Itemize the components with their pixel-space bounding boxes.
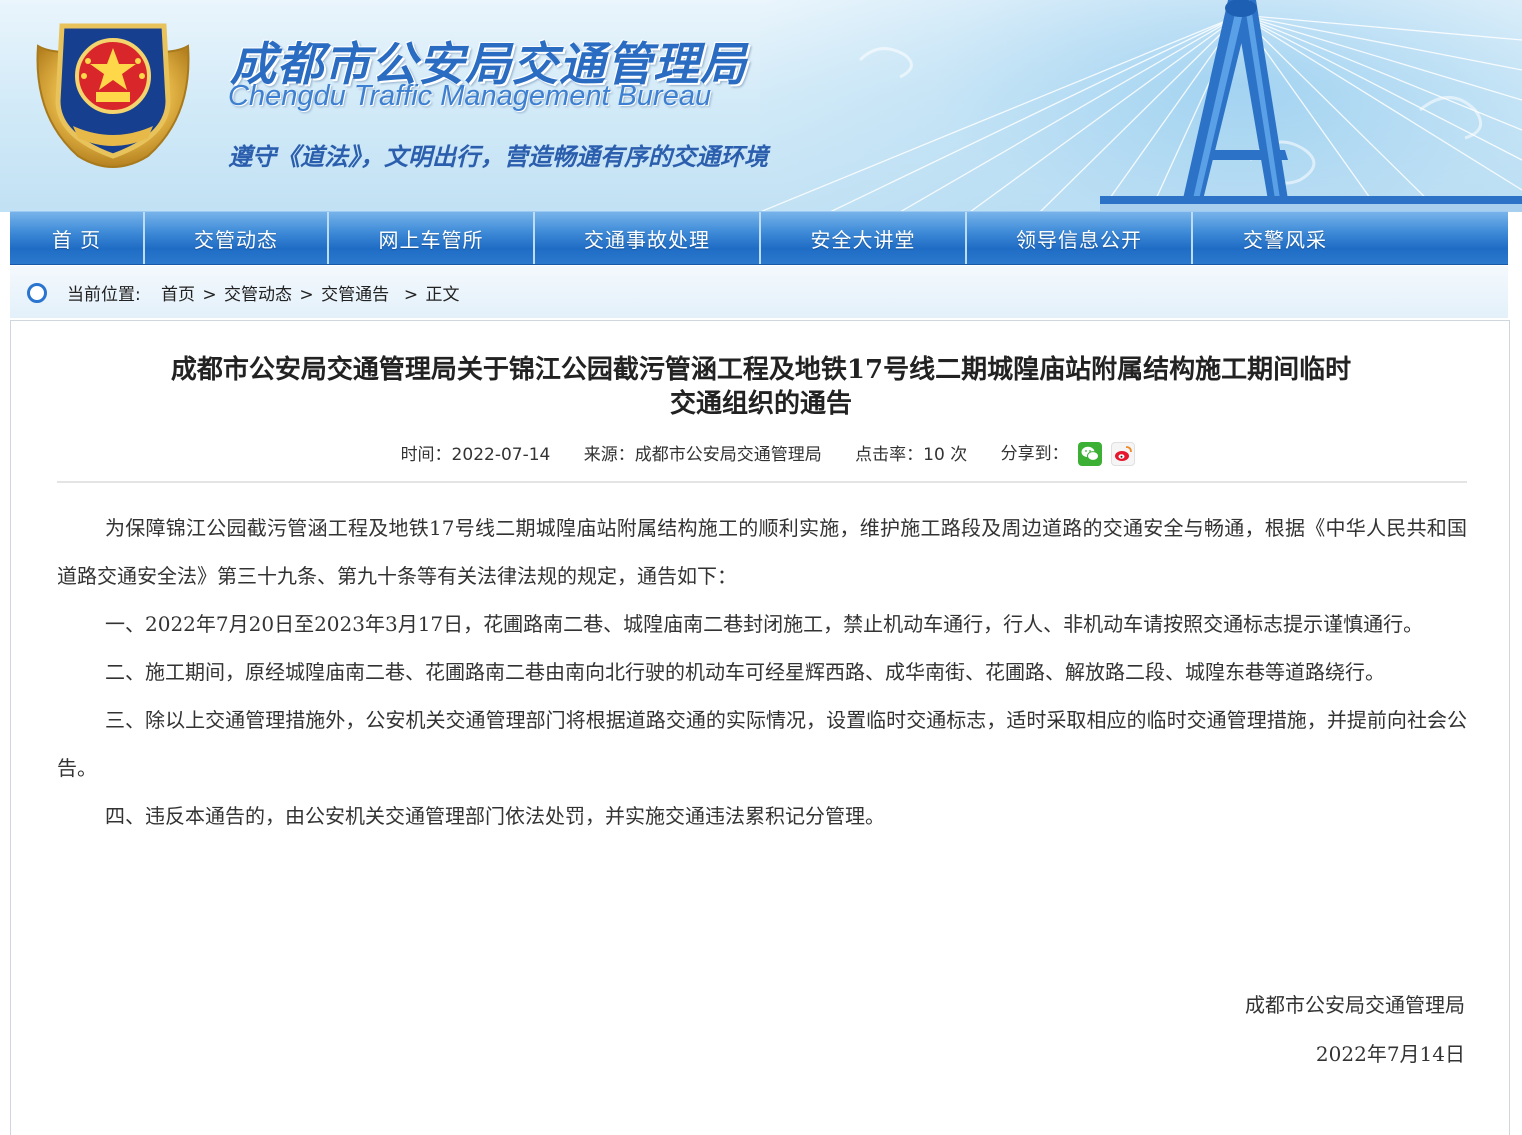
- site-banner: 成都市公安局交通管理局 Chengdu Traffic Management B…: [0, 0, 1522, 212]
- nav-item-traffic-news[interactable]: 交管动态: [145, 212, 329, 264]
- wechat-icon[interactable]: [1078, 442, 1103, 466]
- site-title-en: Chengdu Traffic Management Bureau: [228, 80, 712, 112]
- nav-item-accident-handling[interactable]: 交通事故处理: [535, 212, 761, 264]
- article-paragraph: 一、2022年7月20日至2023年3月17日，花圃路南二巷、城隍庙南二巷封闭施…: [105, 612, 1424, 636]
- site-slogan: 遵守《道法》，文明出行，营造畅通有序的交通环境: [228, 142, 768, 171]
- title-divider: [57, 481, 1467, 483]
- click-count: 点击率：10 次: [855, 445, 968, 465]
- article-paragraph: 为保障锦江公园截污管涵工程及地铁17号线二期城隍庙站附属结构施工的顺利实施，维护…: [57, 516, 1467, 588]
- breadcrumb-current: 正文: [425, 285, 460, 305]
- article-paragraph: 四、违反本通告的，由公安机关交通管理部门依法处罚，并实施交通违法累积记分管理。: [105, 804, 885, 828]
- share-label: 分享到：: [1000, 444, 1069, 464]
- main-navigation: 首 页 交管动态 网上车管所 交通事故处理 安全大讲堂 领导信息公开 交警风采: [10, 211, 1508, 265]
- nav-item-online-vehicle-office[interactable]: 网上车管所: [329, 212, 535, 264]
- police-emblem-logo: [36, 23, 190, 168]
- breadcrumb-bar: 当前位置: 首页 > 交管动态 > 交管通告 > 正文: [10, 266, 1508, 318]
- nav-item-home[interactable]: 首 页: [10, 212, 145, 264]
- breadcrumb-traffic-notices[interactable]: 交管通告: [321, 285, 389, 305]
- location-circle-icon: [27, 283, 47, 303]
- article-source: 来源：成都市公安局交通管理局: [583, 445, 822, 465]
- article-body: 为保障锦江公园截污管涵工程及地铁17号线二期城隍庙站附属结构施工的顺利实施，维护…: [57, 504, 1467, 840]
- publish-time: 时间：2022-07-14: [400, 445, 551, 465]
- article-title: 成都市公安局交通管理局关于锦江公园截污管涵工程及地铁17号线二期城隍庙站附属结构…: [170, 355, 1352, 419]
- nav-item-leader-info[interactable]: 领导信息公开: [967, 212, 1193, 264]
- article-signature: 成都市公安局交通管理局: [1245, 993, 1465, 1017]
- breadcrumb-traffic-news[interactable]: 交管动态: [224, 285, 292, 305]
- article-paragraph: 三、除以上交通管理措施外，公安机关交通管理部门将根据道路交通的实际情况，设置临时…: [57, 708, 1467, 780]
- article-paragraph: 二、施工期间，原经城隍庙南二巷、花圃路南二巷由南向北行驶的机动车可经星辉西路、成…: [105, 660, 1385, 684]
- breadcrumb-label: 当前位置:: [67, 285, 141, 305]
- article-date: 2022年7月14日: [1315, 1042, 1465, 1066]
- nav-item-police-style[interactable]: 交警风采: [1193, 212, 1508, 264]
- article-container: 成都市公安局交通管理局关于锦江公园截污管涵工程及地铁17号线二期城隍庙站附属结构…: [10, 320, 1510, 1135]
- breadcrumb-home[interactable]: 首页: [161, 285, 195, 305]
- nav-item-safety-lecture[interactable]: 安全大讲堂: [761, 212, 967, 264]
- breadcrumb: 当前位置: 首页 > 交管动态 > 交管通告 > 正文: [67, 285, 460, 305]
- weibo-icon[interactable]: [1111, 442, 1136, 466]
- article-meta: 时间：2022-07-14 来源：成都市公安局交通管理局 点击率：10 次 分享…: [11, 439, 1511, 466]
